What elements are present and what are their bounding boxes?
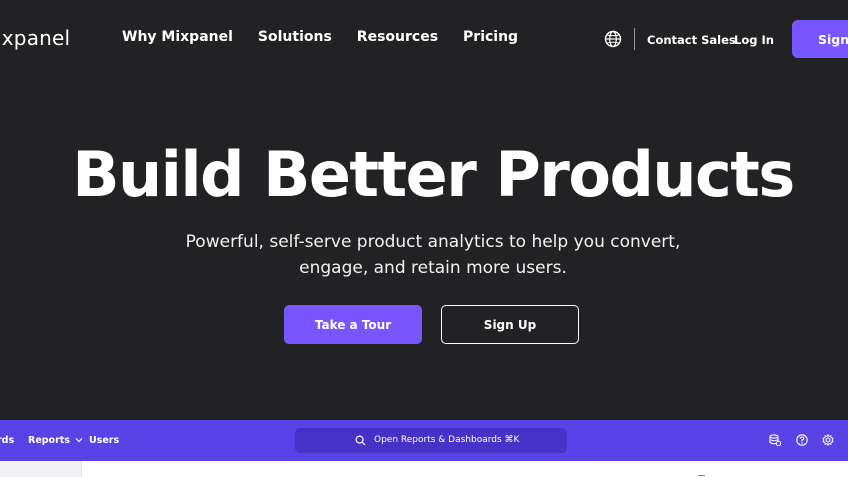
- nav-link-resources[interactable]: Resources: [357, 29, 438, 45]
- content-divider: [698, 475, 705, 476]
- tab-dashboards[interactable]: rds: [0, 435, 14, 446]
- app-preview-content: [0, 461, 848, 477]
- take-a-tour-button[interactable]: Take a Tour: [284, 305, 422, 344]
- log-in-link[interactable]: Log In: [734, 33, 774, 47]
- tab-users[interactable]: Users: [89, 435, 119, 446]
- top-nav: ixpanel Why Mixpanel Solutions Resources…: [0, 0, 848, 78]
- hero-subtitle-line-2: engage, and retain more users.: [299, 258, 567, 278]
- database-icon[interactable]: [769, 434, 781, 446]
- hero-title: Build Better Products: [72, 138, 795, 211]
- globe-icon[interactable]: [604, 30, 622, 48]
- contact-sales-link[interactable]: Contact Sales: [647, 33, 736, 47]
- nav-link-solutions[interactable]: Solutions: [258, 29, 332, 45]
- mixpanel-logo[interactable]: ixpanel: [0, 26, 70, 50]
- nav-divider: [634, 28, 635, 50]
- app-preview-sidebar: [0, 461, 82, 477]
- hero-subtitle: Powerful, self-serve product analytics t…: [150, 229, 716, 281]
- tab-reports-label: Reports: [28, 435, 70, 446]
- nav-link-why-mixpanel[interactable]: Why Mixpanel: [122, 29, 233, 45]
- nav-links: Why Mixpanel Solutions Resources Pricing: [122, 29, 518, 45]
- chevron-down-icon: [75, 438, 83, 443]
- page: ixpanel Why Mixpanel Solutions Resources…: [0, 0, 848, 477]
- gear-icon[interactable]: [822, 434, 834, 446]
- nav-sign-up-button[interactable]: Sign Up: [792, 20, 848, 58]
- hero-sign-up-button[interactable]: Sign Up: [441, 305, 579, 344]
- help-icon[interactable]: [796, 434, 808, 446]
- hero-subtitle-line-1: Powerful, self-serve product analytics t…: [185, 232, 681, 252]
- nav-link-pricing[interactable]: Pricing: [463, 29, 518, 45]
- tab-reports[interactable]: Reports: [28, 435, 83, 446]
- search-icon: [355, 435, 366, 446]
- app-search-box[interactable]: Open Reports & Dashboards ⌘K: [295, 428, 567, 453]
- app-search-placeholder: Open Reports & Dashboards ⌘K: [374, 435, 520, 445]
